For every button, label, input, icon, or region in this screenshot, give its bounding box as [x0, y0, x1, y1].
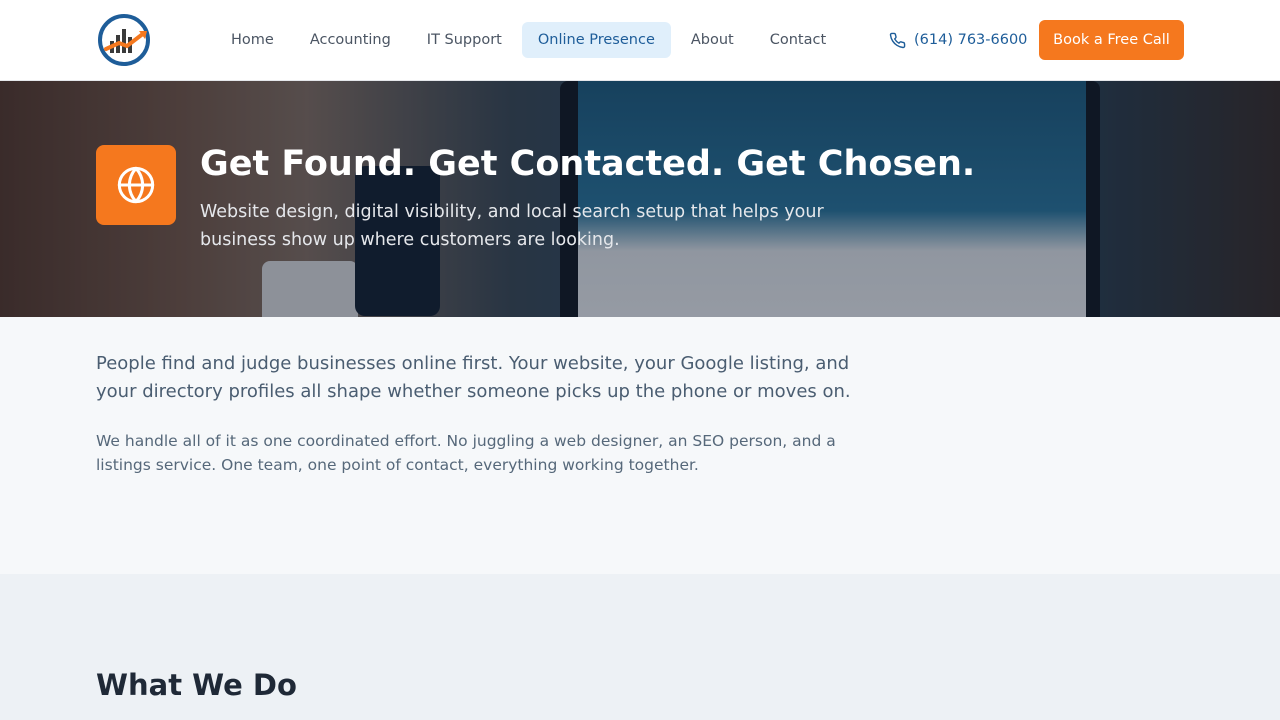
nav-item-home[interactable]: Home: [215, 22, 290, 58]
nav-item-online-presence[interactable]: Online Presence: [521, 22, 671, 58]
bar-chart-growth-logo[interactable]: [97, 13, 153, 67]
site-header: Home Accounting IT Support Online Presen…: [0, 0, 1280, 81]
main-nav: Home Accounting IT Support Online Presen…: [215, 22, 846, 58]
hero-subtitle: Website design, digital visibility, and …: [200, 202, 824, 250]
page-title: Get Found. Get Contacted. Get Chosen.: [200, 144, 976, 184]
phone-number: (614) 763-6600: [914, 32, 1028, 48]
intro-lead-text: People find and judge businesses online …: [96, 353, 851, 402]
nav-item-contact[interactable]: Contact: [754, 22, 842, 58]
globe-icon: [96, 145, 176, 225]
intro-section: People find and judge businesses online …: [0, 317, 1280, 574]
section-title: What We Do: [96, 668, 297, 702]
nav-item-it-support[interactable]: IT Support: [411, 22, 518, 58]
nav-item-about[interactable]: About: [675, 22, 750, 58]
phone-icon: [889, 32, 906, 48]
hero-banner: Get Found. Get Contacted. Get Chosen. We…: [0, 81, 1280, 317]
intro-body-text: We handle all of it as one coordinated e…: [96, 432, 836, 474]
nav-item-accounting[interactable]: Accounting: [294, 22, 407, 58]
phone-link[interactable]: (614) 763-6600: [889, 29, 1027, 51]
services-section: What We Do: [0, 574, 1280, 720]
book-free-call-button[interactable]: Book a Free Call: [1039, 20, 1184, 60]
